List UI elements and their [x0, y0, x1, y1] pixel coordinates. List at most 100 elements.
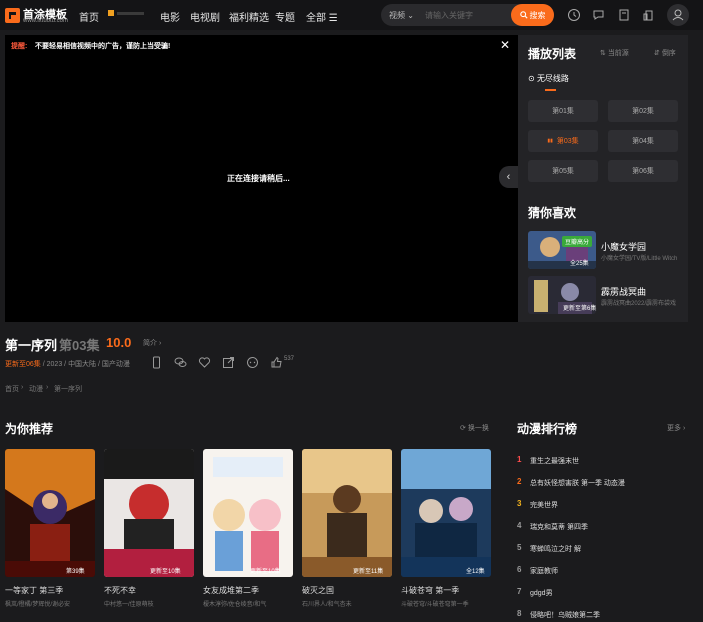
playlist-title: 播放列表: [528, 47, 577, 61]
history-icon[interactable]: [567, 8, 581, 22]
card-cast: 中村悠一/佳原萌枝: [104, 602, 154, 608]
poster[interactable]: [203, 449, 293, 577]
card-cast: 榎木淳弥/佐仓绫音/和气: [203, 602, 267, 608]
logo-icon[interactable]: [5, 8, 20, 23]
episode-button[interactable]: 第05集: [528, 160, 598, 182]
video-title: 第一序列: [5, 338, 58, 353]
guess-name[interactable]: 霹雳战冥曲: [601, 285, 646, 298]
favorite-icon[interactable]: [198, 356, 211, 369]
guess-title: 猜你喜欢: [528, 206, 577, 220]
nav-topic[interactable]: 专题: [275, 9, 295, 24]
warning-label: 提醒:: [11, 43, 28, 50]
breadcrumb-separator: ›: [46, 384, 49, 391]
rank-item[interactable]: 寒蝉鸣泣之时 解: [530, 544, 581, 554]
card-title[interactable]: 斗破苍穹 第一季: [401, 585, 459, 596]
nav-tv[interactable]: 电视剧: [190, 9, 220, 24]
rank-item[interactable]: 完美世界: [530, 500, 558, 510]
rank-number: 3: [517, 499, 522, 508]
swap-button[interactable]: ⟳ 换一换: [460, 423, 489, 433]
meta-line: 更新至06集 / 2023 / 中国大陆 / 国产动漫: [5, 361, 130, 368]
rank-item[interactable]: 总有妖怪想害朕 第一季 动态漫: [530, 478, 625, 488]
rank-item[interactable]: 重生之最强末世: [530, 456, 579, 466]
episode-button[interactable]: 第04集: [608, 130, 678, 152]
brief-link[interactable]: 简介 ›: [143, 338, 161, 348]
line-icon: ⊙: [528, 74, 535, 83]
blurred-nav-item[interactable]: [108, 10, 146, 17]
nav-home[interactable]: 首页: [79, 9, 99, 24]
playing-icon: ▮▮: [547, 138, 553, 144]
card-title[interactable]: 破灭之国: [302, 585, 334, 596]
rank-number: 7: [517, 587, 522, 596]
poster[interactable]: [401, 449, 491, 577]
more-link[interactable]: 更多 ›: [667, 423, 685, 433]
guess-badge: 豆瓣高分: [562, 236, 593, 247]
rank-item[interactable]: 瑞克和莫蒂 第四季: [530, 522, 588, 532]
year[interactable]: 2023: [47, 361, 63, 368]
user-icon: [672, 9, 684, 21]
breadcrumb-current: 第一序列: [54, 386, 82, 393]
guess-name[interactable]: 小魔女学园: [601, 240, 646, 253]
like-count: 537: [284, 356, 295, 362]
search-input[interactable]: 请输入关键字: [425, 10, 473, 21]
poster-tag: 第39集: [66, 569, 85, 575]
nav-movie[interactable]: 电影: [160, 9, 180, 24]
poster-tag: 更新至10集: [250, 569, 281, 575]
search-icon: [519, 11, 528, 19]
rank-item[interactable]: gdgd男: [530, 588, 553, 598]
poster-tag: 更新至11集: [353, 569, 384, 575]
guess-episodes: 更新至第6集: [563, 306, 597, 312]
line-tab-underline: [545, 89, 556, 91]
current-source-button[interactable]: ⇅ 当前源: [600, 48, 629, 58]
breadcrumb-separator: ›: [21, 384, 24, 391]
share-icon[interactable]: [222, 356, 235, 369]
episode-button[interactable]: 第02集: [608, 100, 678, 122]
card-title[interactable]: 女友成堆第二季: [203, 585, 259, 596]
episode-button-active[interactable]: ▮▮ 第03集: [528, 130, 598, 152]
recommend-title: 为你推荐: [5, 422, 54, 436]
rank-item[interactable]: 侵略吧！乌贼娘第二季: [530, 610, 600, 620]
poster-tag: 更新至10集: [150, 569, 181, 575]
search-type-select[interactable]: 视频 ⌄: [389, 10, 414, 21]
reverse-order-button[interactable]: ⇵ 倒序: [654, 48, 676, 58]
nav-all[interactable]: 全部 ☰: [306, 9, 338, 24]
episode-button[interactable]: 第06集: [608, 160, 678, 182]
guess-desc: 小魔女学园/TV版/Little Witch: [601, 256, 677, 262]
rank-number: 8: [517, 609, 522, 618]
update-status: 更新至06集: [5, 361, 41, 368]
message-icon[interactable]: [592, 8, 606, 22]
collapse-panel-button[interactable]: ‹: [499, 166, 518, 188]
poster[interactable]: [5, 449, 95, 577]
region[interactable]: 中国大陆: [68, 361, 96, 368]
line-tab[interactable]: ⊙ 无尽线路: [528, 73, 569, 84]
breadcrumb-category[interactable]: 动漫: [29, 384, 43, 394]
bookmark-icon[interactable]: [617, 8, 631, 22]
phone-icon[interactable]: [150, 356, 163, 369]
card-title[interactable]: 不死不幸: [104, 585, 136, 596]
wechat-icon[interactable]: [174, 356, 187, 369]
episode-button[interactable]: 第01集: [528, 100, 598, 122]
poster-tag: 全12集: [466, 569, 485, 575]
video-score: 10.0: [106, 335, 132, 350]
rank-item[interactable]: 家庭教师: [530, 566, 558, 576]
guess-episodes: 全25集: [570, 261, 589, 267]
rank-number: 2: [517, 477, 522, 486]
rank-number: 1: [517, 455, 522, 464]
search-button[interactable]: 搜索: [511, 4, 554, 26]
rank-number: 4: [517, 521, 522, 530]
genre[interactable]: 国产动漫: [102, 361, 130, 368]
comment-icon[interactable]: [246, 356, 259, 369]
warning-text: 不要轻易相信视频中的广告，谨防上当受骗!: [35, 43, 171, 50]
avatar[interactable]: [667, 4, 689, 26]
guess-desc: 霹雳战冥曲2022/霹雳布袋戏: [601, 301, 677, 307]
close-warning-button[interactable]: ✕: [500, 38, 510, 52]
poster[interactable]: [302, 449, 392, 577]
like-icon[interactable]: [270, 356, 283, 369]
nav-featured[interactable]: 福利精选: [229, 9, 269, 24]
card-title[interactable]: 一等家丁 第三季: [5, 585, 63, 596]
rank-number: 6: [517, 565, 522, 574]
logo-subtitle: www.ixtuotu.com: [23, 18, 69, 24]
app-icon[interactable]: [642, 8, 656, 22]
breadcrumb-home[interactable]: 首页: [5, 384, 19, 394]
rank-number: 5: [517, 543, 522, 552]
poster[interactable]: [104, 449, 194, 577]
